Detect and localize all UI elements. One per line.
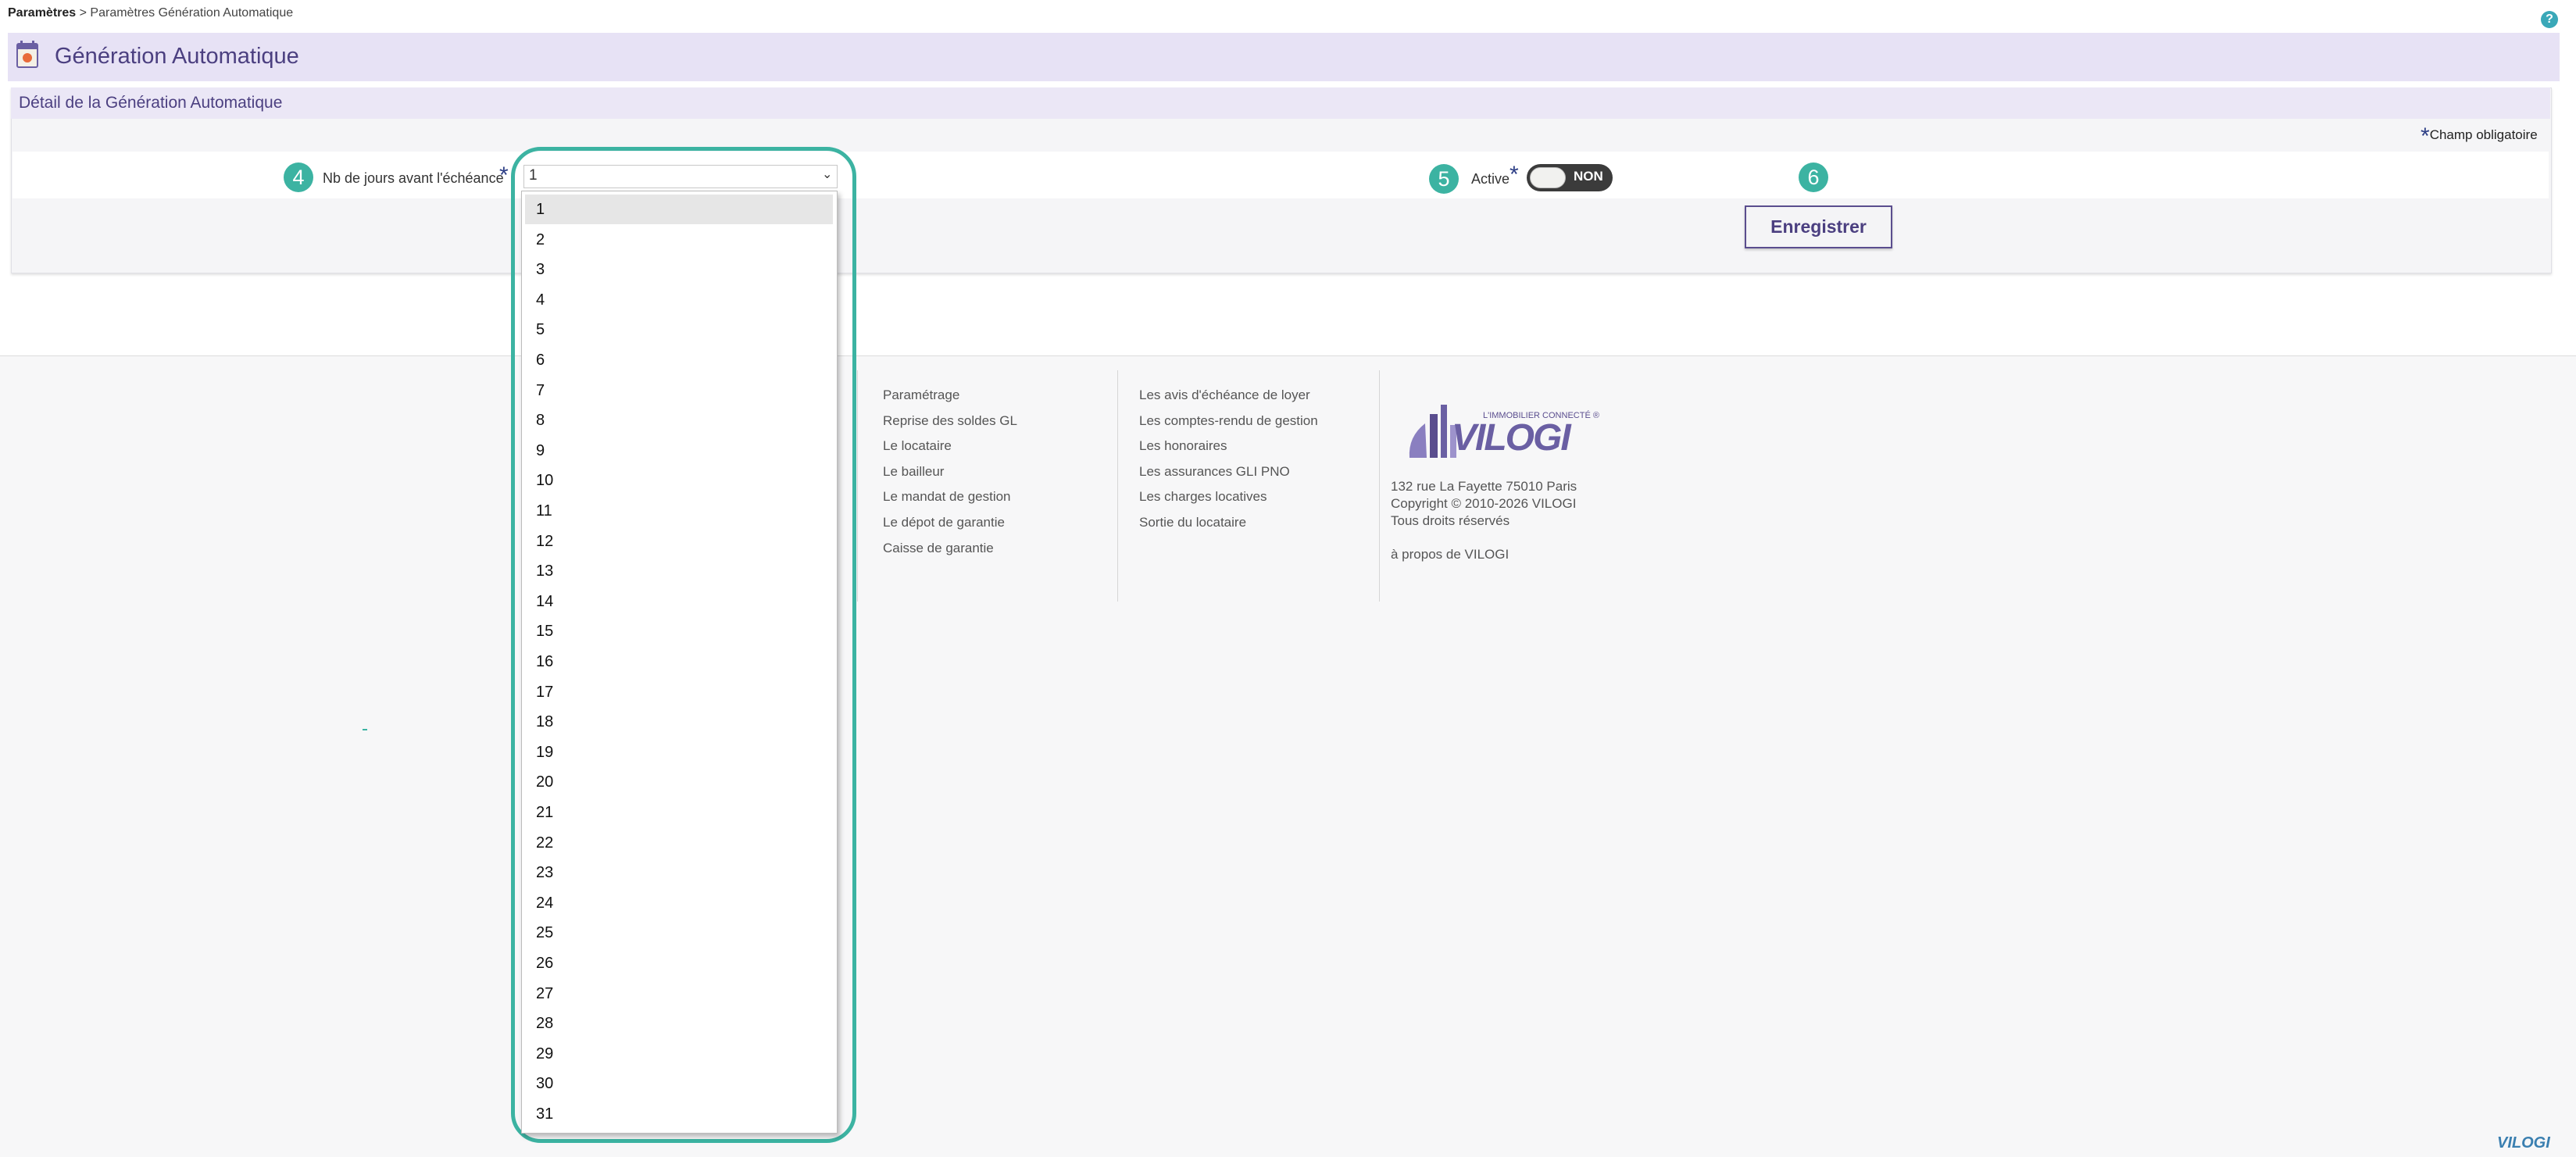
dropdown-option[interactable]: 9 xyxy=(525,436,833,466)
footer-divider xyxy=(1379,370,1380,602)
dropdown-option[interactable]: 21 xyxy=(525,798,833,827)
dropdown-option[interactable]: 26 xyxy=(525,948,833,978)
save-button[interactable]: Enregistrer xyxy=(1745,205,1892,248)
dropdown-option[interactable]: 22 xyxy=(525,828,833,858)
rights: Tous droits réservés xyxy=(1391,513,1510,528)
footer-divider xyxy=(857,370,858,602)
about-link[interactable]: à propos de VILOGI xyxy=(1391,547,1509,562)
footer-link[interactable]: Le dépot de garantie xyxy=(883,510,1017,536)
dropdown-option[interactable]: 2 xyxy=(525,225,833,255)
dropdown-option[interactable]: 12 xyxy=(525,527,833,556)
page-title: Génération Automatique xyxy=(55,44,299,69)
dropdown-option[interactable]: 29 xyxy=(525,1039,833,1069)
step-badge-4: 4 xyxy=(284,162,313,192)
vilogi-logo: VILOGI xyxy=(1452,417,1571,459)
dropdown-option[interactable]: 17 xyxy=(525,677,833,707)
step-badge-5: 5 xyxy=(1429,164,1459,194)
breadcrumb-separator: > xyxy=(79,6,87,20)
dropdown-option[interactable]: 28 xyxy=(525,1009,833,1038)
breadcrumb-current: Paramètres Génération Automatique xyxy=(90,6,294,20)
required-star: * xyxy=(2421,123,2430,149)
footer-link[interactable]: Caisse de garantie xyxy=(883,536,1017,562)
dropdown-option[interactable]: 13 xyxy=(525,556,833,586)
footer-link[interactable]: Les comptes-rendu de gestion xyxy=(1139,409,1318,434)
footer-link[interactable]: Les assurances GLI PNO xyxy=(1139,459,1318,485)
footer-divider xyxy=(1117,370,1118,602)
dropdown-option[interactable]: 3 xyxy=(525,255,833,284)
footer-link[interactable]: Le locataire xyxy=(883,434,1017,459)
dropdown-option[interactable]: 8 xyxy=(525,405,833,435)
dropdown-option[interactable]: 1 xyxy=(525,195,833,224)
footer-link[interactable]: Les charges locatives xyxy=(1139,484,1318,510)
days-label: Nb de jours avant l'échéance xyxy=(323,170,504,186)
footer-links-col2: Les avis d'échéance de loyer Les comptes… xyxy=(1139,383,1318,536)
footer-links-col1: Paramétrage Reprise des soldes GL Le loc… xyxy=(883,383,1017,561)
toggle-knob[interactable] xyxy=(1530,167,1566,188)
dropdown-option[interactable]: 18 xyxy=(525,707,833,737)
corner-logo: VILOGI xyxy=(2497,1134,2550,1152)
dropdown-option[interactable]: 31 xyxy=(525,1099,833,1129)
panel-header xyxy=(11,87,2550,119)
dropdown-option[interactable]: 15 xyxy=(525,616,833,646)
panel-title: Détail de la Génération Automatique xyxy=(19,94,283,112)
footer-link[interactable]: Sortie du locataire xyxy=(1139,510,1318,536)
company-address: 132 rue La Fayette 75010 Paris xyxy=(1391,479,1577,494)
step-badge-6: 6 xyxy=(1799,162,1828,192)
dropdown-option[interactable]: 30 xyxy=(525,1069,833,1098)
dropdown-option[interactable]: 11 xyxy=(525,496,833,526)
active-label: Active xyxy=(1471,171,1510,187)
dropdown-option[interactable]: 14 xyxy=(525,587,833,616)
dropdown-option[interactable]: 20 xyxy=(525,767,833,797)
company-info: 132 rue La Fayette 75010 Paris Copyright… xyxy=(1391,478,1577,530)
breadcrumb: Paramètres > Paramètres Génération Autom… xyxy=(8,6,293,20)
decorative-dash xyxy=(363,729,367,730)
calendar-icon xyxy=(16,41,38,68)
footer-link[interactable]: Reprise des soldes GL xyxy=(883,409,1017,434)
required-note: *Champ obligatoire xyxy=(2421,123,2538,150)
active-required-star: * xyxy=(1510,162,1519,187)
days-required-star: * xyxy=(499,162,509,188)
footer-link[interactable]: Le bailleur xyxy=(883,459,1017,485)
dropdown-option[interactable]: 25 xyxy=(525,918,833,948)
help-icon[interactable]: ? xyxy=(2541,11,2558,28)
footer-link[interactable]: Le mandat de gestion xyxy=(883,484,1017,510)
dropdown-option[interactable]: 7 xyxy=(525,376,833,405)
days-dropdown-list[interactable]: 1 2 3 4 5 6 7 8 9 10 11 12 13 14 15 16 17 18 19 20 21 22 23 24 2… xyxy=(521,191,838,1134)
footer-link[interactable]: Paramétrage xyxy=(883,383,1017,409)
title-bar xyxy=(8,33,2560,81)
dropdown-option[interactable]: 5 xyxy=(525,315,833,345)
footer-link[interactable]: Les avis d'échéance de loyer xyxy=(1139,383,1318,409)
dropdown-option[interactable]: 4 xyxy=(525,285,833,315)
copyright: Copyright © 2010-2026 VILOGI xyxy=(1391,496,1577,511)
dropdown-option[interactable]: 23 xyxy=(525,858,833,887)
footer-link[interactable]: Les honoraires xyxy=(1139,434,1318,459)
breadcrumb-root[interactable]: Paramètres xyxy=(8,6,76,20)
dropdown-option[interactable]: 6 xyxy=(525,345,833,375)
dropdown-option[interactable]: 24 xyxy=(525,888,833,918)
required-note-text: Champ obligatoire xyxy=(2429,127,2538,142)
dropdown-option[interactable]: 19 xyxy=(525,737,833,767)
dropdown-option[interactable]: 16 xyxy=(525,647,833,677)
footer-separator xyxy=(0,355,2576,356)
dropdown-option[interactable]: 10 xyxy=(525,466,833,495)
toggle-state: NON xyxy=(1574,169,1603,184)
dropdown-option[interactable]: 27 xyxy=(525,979,833,1009)
